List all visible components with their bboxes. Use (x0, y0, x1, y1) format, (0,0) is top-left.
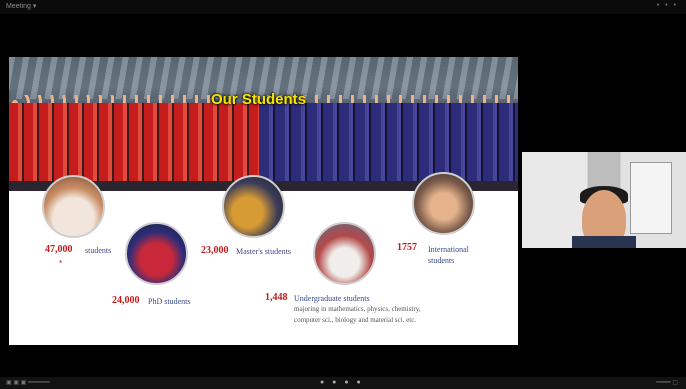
crowd-blue-gowns (259, 103, 518, 183)
masters-photo (222, 175, 285, 238)
toolbar-center-icons[interactable]: ● ● ● ● (320, 379, 364, 386)
slide-title: Our Students (211, 91, 307, 108)
stat-phd-number: 24,000 (112, 295, 140, 306)
room-window (630, 162, 672, 234)
stat-masters-number: 23,000 (201, 245, 229, 256)
stat-undergrad-description: majoring in mathematics, physics, chemis… (294, 305, 421, 324)
toolbar-left-controls[interactable]: ▣ ▣ ▣ ━━━━━━ (6, 379, 50, 386)
crowd-red-gowns (9, 103, 259, 183)
participant-video-tile[interactable] (522, 152, 686, 248)
graduation-photo: Our Students (9, 57, 518, 191)
undergraduate-photo (313, 222, 376, 285)
students-photo (42, 175, 105, 238)
window-title[interactable]: Meeting ▾ (6, 2, 36, 10)
stat-students-number: 47,000 (45, 244, 73, 255)
shared-screen-slide: Our Students 47,000 students * 24,000 Ph… (9, 57, 518, 345)
toolbar-right-controls[interactable]: ━━━━ ▢ (656, 379, 678, 386)
stat-undergrad-number: 1,448 (265, 292, 288, 303)
stat-international-label: International students (428, 245, 469, 265)
participant-shirt (572, 236, 636, 248)
stat-undergrad-label: Undergraduate students (294, 294, 370, 303)
stat-phd-label: PhD students (148, 297, 191, 306)
window-controls-icon[interactable]: • • • (657, 2, 678, 9)
international-photo (412, 172, 475, 235)
stat-international-number: 1757 (397, 242, 417, 253)
stat-students-label: students (85, 246, 112, 255)
stat-students-note: * (59, 259, 63, 268)
phd-photo (125, 222, 188, 285)
window-title-bar: Meeting ▾ • • • (0, 0, 686, 14)
meeting-toolbar: ▣ ▣ ▣ ━━━━━━ ● ● ● ● ━━━━ ▢ (0, 377, 686, 389)
stat-masters-label: Master's students (236, 247, 291, 256)
